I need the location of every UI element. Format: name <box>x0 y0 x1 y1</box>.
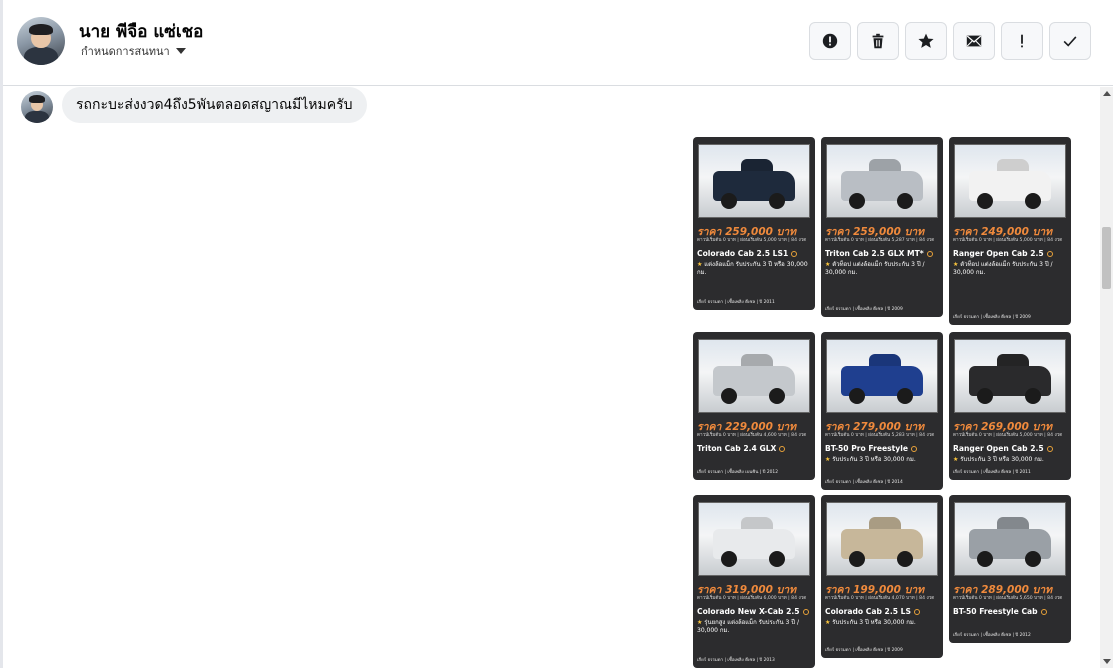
message-thread[interactable]: รถกะบะส่งงวด4ถึง5พันตลอดสญาณมีไหมครับ รา… <box>3 87 1100 668</box>
scroll-up-arrow-icon[interactable] <box>1103 91 1111 96</box>
car-listing-card[interactable]: ราคา 259,000 บาท ดาวน์เริ่มต้น 0 บาท | ผ่… <box>693 137 815 310</box>
car-specs: เกียร์ ธรรมดา | เชื้อเพลิง เบนซิน | ปี 2… <box>697 470 779 475</box>
finance-terms: ดาวน์เริ่มต้น 0 บาท | ผ่อนเริ่มต้น 5,650… <box>953 596 1063 601</box>
conversation-schedule-dropdown[interactable]: กำหนดการสนทนา <box>81 42 186 60</box>
car-model: Triton Cab 2.4 GLX <box>697 444 786 453</box>
car-specs: เกียร์ ธรรมดา | เชื้อเพลิง ดีเซล | ปี 20… <box>825 480 903 485</box>
car-feature: ★ รับประกัน 3 ปี หรือ 30,000 กม. <box>825 456 939 464</box>
caret-down-icon <box>175 48 186 54</box>
car-feature-text: รับประกัน 3 ปี หรือ 30,000 กม. <box>832 456 916 463</box>
car-feature-text: รุ่นยกสูง แต่งล้อแม็ก รับประกัน 3 ปี / 3… <box>697 619 799 634</box>
finance-terms: ดาวน์เริ่มต้น 0 บาท | ผ่อนเริ่มต้น 5,000… <box>953 433 1063 438</box>
verified-badge-icon <box>802 609 809 615</box>
car-feature: ★ ตัวท็อป แต่งล้อแม็ก รับประกัน 3 ปี / 3… <box>825 261 939 277</box>
car-model: BT-50 Freestyle Cab <box>953 607 1047 616</box>
message-bubble[interactable]: รถกะบะส่งงวด4ถึง5พันตลอดสญาณมีไหมครับ <box>62 87 367 123</box>
car-listing-card[interactable]: ราคา 319,000 บาท ดาวน์เริ่มต้น 0 บาท | ผ่… <box>693 495 815 668</box>
verified-badge-icon <box>779 446 786 452</box>
car-photo <box>698 502 810 576</box>
scrollbar[interactable] <box>1100 87 1113 668</box>
car-feature: ★ รับประกัน 3 ปี หรือ 30,000 กม. <box>825 619 939 627</box>
car-photo <box>826 502 938 576</box>
car-photo <box>698 144 810 218</box>
car-photo <box>826 339 938 413</box>
finance-terms: ดาวน์เริ่มต้น 0 บาท | ผ่อนเริ่มต้น 5,283… <box>825 433 935 438</box>
car-model: Colorado New X-Cab 2.5 <box>697 607 809 616</box>
car-listing-card[interactable]: ราคา 289,000 บาท ดาวน์เริ่มต้น 0 บาท | ผ่… <box>949 495 1071 643</box>
scroll-down-arrow-icon[interactable] <box>1103 659 1111 664</box>
car-specs: เกียร์ ธรรมดา | เชื้อเพลิง ดีเซล | ปี 20… <box>825 648 903 653</box>
car-specs: เกียร์ ธรรมดา | เชื้อเพลิง ดีเซล | ปี 20… <box>825 307 903 312</box>
car-feature: ★ รุ่นยกสูง แต่งล้อแม็ก รับประกัน 3 ปี /… <box>697 619 811 635</box>
car-specs: เกียร์ ธรรมดา | เชื้อเพลิง ดีเซล | ปี 20… <box>953 470 1031 475</box>
car-feature-text: แต่งล้อแม็ก รับประกัน 3 ปี หรือ 30,000 ก… <box>697 261 808 276</box>
alert-circle-icon <box>822 33 838 49</box>
car-feature-text: ตัวท็อป แต่งล้อแม็ก รับประกัน 3 ปี / 30,… <box>953 261 1053 276</box>
car-model: Triton Cab 2.5 GLX MT* <box>825 249 933 258</box>
car-feature-text: ตัวท็อป แต่งล้อแม็ก รับประกัน 3 ปี / 30,… <box>825 261 925 276</box>
car-listing-card[interactable]: ราคา 269,000 บาท ดาวน์เริ่มต้น 0 บาท | ผ่… <box>949 332 1071 480</box>
car-photo <box>826 144 938 218</box>
checkmark-icon <box>1063 36 1077 47</box>
car-model: Colorado Cab 2.5 LS <box>825 607 920 616</box>
car-model: BT-50 Pro Freestyle <box>825 444 917 453</box>
conversation-header: นาย พีจือ แซ่เชอ กำหนดการสนทนา <box>3 0 1113 86</box>
car-listing-card[interactable]: ราคา 279,000 บาท ดาวน์เริ่มต้น 0 บาท | ผ่… <box>821 332 943 490</box>
car-model: Ranger Open Cab 2.5 <box>953 249 1053 258</box>
finance-terms: ดาวน์เริ่มต้น 0 บาท | ผ่อนเริ่มต้น 5,287… <box>825 238 935 243</box>
sender-avatar[interactable] <box>21 91 53 123</box>
scrollbar-thumb[interactable] <box>1102 227 1111 289</box>
verified-badge-icon <box>926 251 933 257</box>
contact-name[interactable]: นาย พีจือ แซ่เชอ <box>79 18 203 45</box>
car-model: Colorado Cab 2.5 LS1 <box>697 249 798 258</box>
star-button[interactable] <box>905 22 947 60</box>
mark-done-button[interactable] <box>1049 22 1091 60</box>
verified-badge-icon <box>1046 446 1053 452</box>
car-listing-card[interactable]: ราคา 229,000 บาท ดาวน์เริ่มต้น 0 บาท | ผ่… <box>693 332 815 480</box>
contact-avatar[interactable] <box>17 17 65 65</box>
car-specs: เกียร์ ธรรมดา | เชื้อเพลิง ดีเซล | ปี 20… <box>697 658 775 663</box>
finance-terms: ดาวน์เริ่มต้น 0 บาท | ผ่อนเริ่มต้น 4,070… <box>825 596 935 601</box>
car-photo <box>954 339 1066 413</box>
trash-icon <box>872 33 884 49</box>
flag-button[interactable] <box>1001 22 1043 60</box>
car-specs: เกียร์ ธรรมดา | เชื้อเพลิง ดีเซล | ปี 20… <box>953 315 1031 320</box>
verified-badge-icon <box>1040 609 1047 615</box>
car-feature: ★ ตัวท็อป แต่งล้อแม็ก รับประกัน 3 ปี / 3… <box>953 261 1067 277</box>
exclamation-icon <box>1021 34 1023 48</box>
verified-badge-icon <box>1046 251 1053 257</box>
report-button[interactable] <box>809 22 851 60</box>
finance-terms: ดาวน์เริ่มต้น 0 บาท | ผ่อนเริ่มต้น 5,000… <box>697 238 807 243</box>
car-listing-card[interactable]: ราคา 259,000 บาท ดาวน์เริ่มต้น 0 บาท | ผ่… <box>821 137 943 317</box>
verified-badge-icon <box>913 609 920 615</box>
star-icon <box>918 33 934 48</box>
car-feature: ★ แต่งล้อแม็ก รับประกัน 3 ปี หรือ 30,000… <box>697 261 811 277</box>
finance-terms: ดาวน์เริ่มต้น 0 บาท | ผ่อนเริ่มต้น 6,000… <box>697 596 807 601</box>
car-photo <box>698 339 810 413</box>
schedule-label: กำหนดการสนทนา <box>81 45 170 58</box>
car-feature-text: รับประกัน 3 ปี หรือ 30,000 กม. <box>960 456 1044 463</box>
finance-terms: ดาวน์เริ่มต้น 0 บาท | ผ่อนเริ่มต้น 4,600… <box>697 433 807 438</box>
car-model: Ranger Open Cab 2.5 <box>953 444 1053 453</box>
car-feature: ★ รับประกัน 3 ปี หรือ 30,000 กม. <box>953 456 1067 464</box>
mark-unread-button[interactable] <box>953 22 995 60</box>
car-listing-card[interactable]: ราคา 249,000 บาท ดาวน์เริ่มต้น 0 บาท | ผ่… <box>949 137 1071 325</box>
finance-terms: ดาวน์เริ่มต้น 0 บาท | ผ่อนเริ่มต้น 5,000… <box>953 238 1063 243</box>
car-photo <box>954 144 1066 218</box>
car-listing-card[interactable]: ราคา 199,000 บาท ดาวน์เริ่มต้น 0 บาท | ผ่… <box>821 495 943 658</box>
car-feature-text: รับประกัน 3 ปี หรือ 30,000 กม. <box>832 619 916 626</box>
delete-button[interactable] <box>857 22 899 60</box>
car-specs: เกียร์ ธรรมดา | เชื้อเพลิง ดีเซล | ปี 20… <box>697 300 775 305</box>
car-specs: เกียร์ ธรรมดา | เชื้อเพลิง ดีเซล | ปี 20… <box>953 633 1031 638</box>
verified-badge-icon <box>911 446 917 452</box>
verified-badge-icon <box>791 251 798 257</box>
header-actions <box>809 22 1091 60</box>
envelope-icon <box>966 35 982 47</box>
car-photo <box>954 502 1066 576</box>
